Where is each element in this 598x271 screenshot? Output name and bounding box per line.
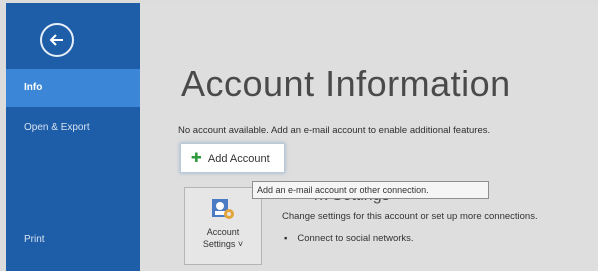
bullet-text: Connect to social networks. <box>297 233 414 244</box>
sidebar-item-open-export[interactable]: Open & Export <box>6 109 140 147</box>
bullet-icon: ▪ <box>284 233 288 244</box>
page-title: Account Information <box>181 63 511 104</box>
add-account-tooltip: Add an e-mail account or other connectio… <box>252 181 489 199</box>
sidebar-item-print[interactable]: Print <box>6 221 140 259</box>
arrow-left-icon <box>49 34 63 46</box>
no-account-notice: No account available. Add an e-mail acco… <box>178 125 491 136</box>
add-account-button[interactable]: ✚ Add Account <box>180 143 285 173</box>
sidebar-item-label: Print <box>24 234 45 245</box>
account-settings-label-2: Settings ˅ <box>202 239 244 249</box>
sidebar-item-label: Info <box>24 82 43 93</box>
main-panel: Account Information No account available… <box>140 3 598 271</box>
account-settings-button[interactable]: Account Settings ˅ <box>184 187 262 265</box>
sidebar-item-label: Open & Export <box>24 122 90 133</box>
plus-icon: ✚ <box>191 150 202 165</box>
sidebar-item-faded[interactable] <box>6 149 140 187</box>
add-account-label: Add Account <box>207 153 270 165</box>
backstage-sidebar: Info Open & Export Print <box>6 3 140 271</box>
account-settings-description: Change settings for this account or set … <box>282 211 538 222</box>
account-settings-label-1: Account <box>206 227 240 237</box>
back-button[interactable] <box>40 23 74 57</box>
bullet-item: ▪ Connect to social networks. <box>284 233 414 244</box>
sidebar-item-info[interactable]: Info <box>6 69 140 107</box>
account-settings-icon <box>212 199 234 219</box>
